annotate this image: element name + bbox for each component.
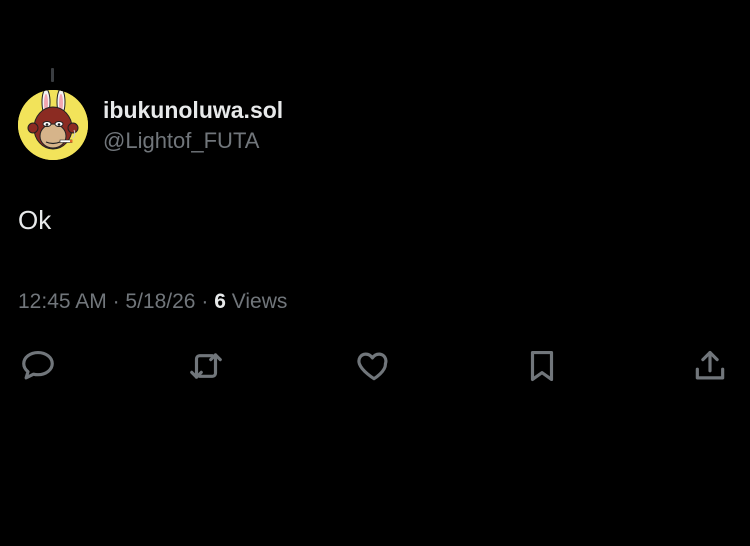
tweet-date[interactable]: 5/18/26 [125,290,195,313]
tweet-header: ibukunoluwa.sol @Lightof_FUTA [18,90,718,162]
avatar[interactable] [18,90,88,160]
author-names: ibukunoluwa.sol @Lightof_FUTA [103,96,283,155]
reply-button[interactable] [18,346,58,386]
ape-avatar-icon [18,90,88,160]
heart-icon [357,352,388,381]
retweet-icon [190,353,222,379]
meta-separator: · [201,290,209,313]
meta-separator: · [112,290,120,313]
tweet-text: Ok [18,205,52,235]
user-handle[interactable]: @Lightof_FUTA [103,127,283,155]
like-button[interactable] [354,346,394,386]
views-label: Views [231,290,288,313]
thread-connector-line [51,68,54,82]
share-button[interactable] [690,346,730,386]
retweet-button[interactable] [186,346,226,386]
tweet-time[interactable]: 12:45 AM [18,290,107,313]
bookmark-icon [530,350,554,382]
reply-icon [22,350,54,380]
action-bar [0,346,750,386]
display-name[interactable]: ibukunoluwa.sol [103,96,283,124]
share-icon [695,350,725,380]
views-count: 6 [214,290,226,313]
bookmark-button[interactable] [522,346,562,386]
tweet-meta: 12:45 AM · 5/18/26 · 6 Views [18,288,287,316]
